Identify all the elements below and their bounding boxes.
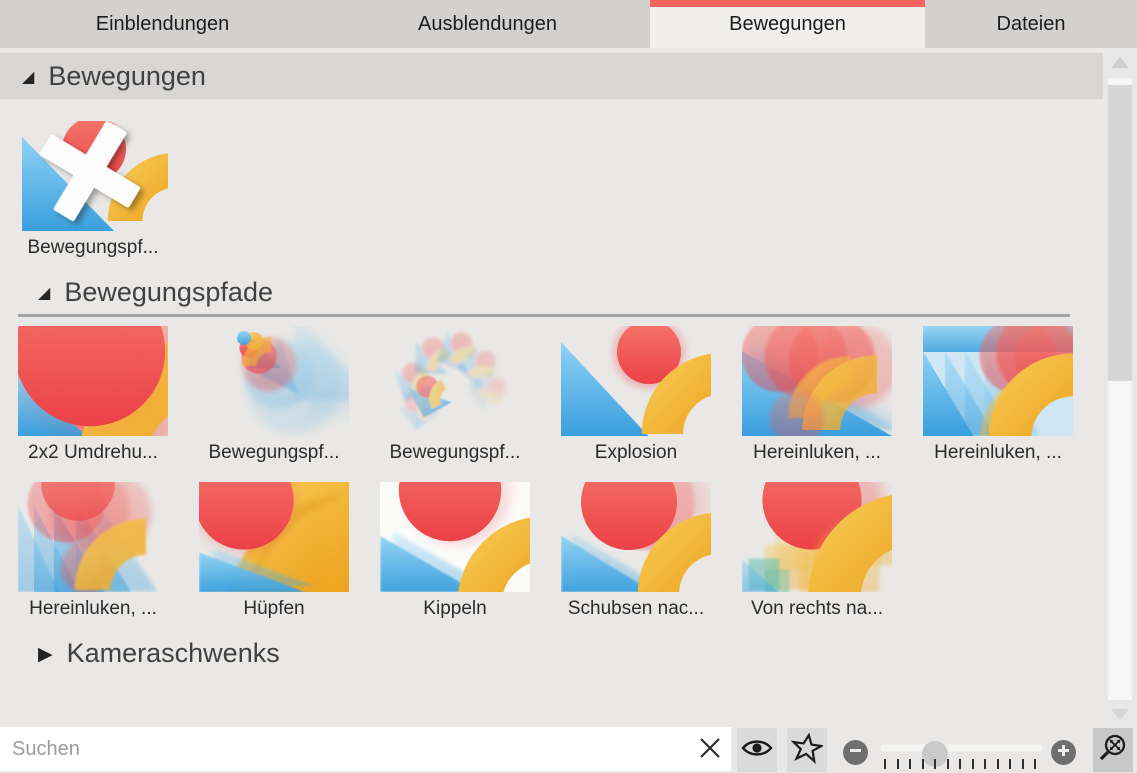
effect-label: Bewegungspf... [18, 237, 168, 259]
effect-thumbnail-vonrechts[interactable] [742, 482, 892, 592]
effect-label: 2x2 Umdrehu... [18, 442, 168, 464]
triangle-expanded-icon: ◢ [38, 283, 50, 303]
minus-icon [848, 743, 863, 763]
effect-item[interactable]: Bewegungspf... [199, 326, 349, 464]
eye-icon [741, 737, 773, 764]
effect-item[interactable]: Hereinluken, ... [18, 482, 168, 620]
effects-panel: Einblendungen Ausblendungen Bewegungen Date… [0, 0, 1137, 773]
section-header-kameraschwenks[interactable]: ▶ Kameraschwenks [0, 636, 1103, 670]
slider-tick [997, 759, 999, 769]
effect-thumbnail-none[interactable] [18, 121, 168, 231]
plus-icon [1056, 743, 1071, 763]
arrow-down-icon [1111, 709, 1129, 720]
effect-label: Explosion [561, 442, 711, 464]
clear-search-button[interactable] [695, 735, 725, 765]
slider-ticks [884, 759, 1036, 769]
preview-toggle-button[interactable] [737, 728, 777, 772]
slider-tick [984, 759, 986, 769]
section-label: Bewegungspfade [64, 277, 273, 308]
effect-item[interactable]: Bewegungspf... [18, 121, 168, 259]
search-box[interactable] [0, 727, 731, 771]
effect-thumbnail-huepfen[interactable] [199, 482, 349, 592]
section-header-bewegungspfade[interactable]: ◢ Bewegungspfade [0, 275, 1103, 309]
effect-item[interactable]: Schubsen nac... [561, 482, 711, 620]
slider-tick [897, 759, 899, 769]
slider-tick [1009, 759, 1011, 769]
zoom-in-button[interactable] [1051, 740, 1076, 765]
slider-tick [1022, 759, 1024, 769]
favorites-toggle-button[interactable] [787, 728, 827, 772]
star-icon [791, 732, 823, 769]
effect-thumbnail-kippeln[interactable] [380, 482, 530, 592]
slider-tick [884, 759, 886, 769]
scrollbar-thumb[interactable] [1108, 85, 1132, 381]
effect-item[interactable]: Hereinluken, ... [923, 326, 1073, 464]
zoom-fit-icon [1097, 732, 1129, 769]
effect-label: Kippeln [380, 598, 530, 620]
tab-ausblendungen[interactable]: Ausblendungen [325, 0, 650, 48]
slider-tick [1034, 759, 1036, 769]
tab-label: Bewegungen [729, 13, 846, 36]
tab-dateien[interactable]: Dateien [925, 0, 1137, 48]
effect-label: Schubsen nac... [561, 598, 711, 620]
section-label: Bewegungen [48, 61, 206, 92]
slider-tick [959, 759, 961, 769]
effect-item[interactable]: Hüpfen [199, 482, 349, 620]
x-icon [697, 735, 723, 766]
effect-label: Hereinluken, ... [923, 442, 1073, 464]
effect-thumbnail-arch[interactable] [380, 326, 530, 436]
vertical-scrollbar[interactable] [1103, 48, 1137, 727]
scroll-down-button[interactable] [1103, 709, 1137, 720]
effect-thumbnail-luken2[interactable] [923, 326, 1073, 436]
triangle-collapsed-icon: ▶ [38, 643, 53, 666]
search-input[interactable] [0, 727, 731, 771]
effect-item[interactable]: 2x2 Umdrehu... [18, 326, 168, 464]
arrow-up-icon [1111, 57, 1129, 68]
effect-label: Bewegungspf... [199, 442, 349, 464]
thumbnail-size-slider-track[interactable] [880, 744, 1043, 752]
effect-thumbnail-blob[interactable] [199, 326, 349, 436]
zoom-out-button[interactable] [843, 740, 868, 765]
effect-thumbnail-explosion[interactable] [561, 326, 711, 436]
effect-item[interactable]: Von rechts na... [742, 482, 892, 620]
section-divider [18, 314, 1070, 317]
tab-bewegungen[interactable]: Bewegungen [650, 0, 925, 48]
effect-thumbnail-spin[interactable] [18, 326, 168, 436]
effect-item[interactable]: Bewegungspf... [380, 326, 530, 464]
slider-tick [922, 759, 924, 769]
search-toolbar [0, 727, 1137, 773]
effect-item[interactable]: Kippeln [380, 482, 530, 620]
slider-tick [972, 759, 974, 769]
tab-label: Ausblendungen [418, 13, 557, 36]
scroll-up-button[interactable] [1103, 57, 1137, 68]
tab-bar: Einblendungen Ausblendungen Bewegungen Date… [0, 0, 1137, 48]
section-header-bewegungen[interactable]: ◢ Bewegungen [0, 53, 1103, 99]
effect-item[interactable]: Hereinluken, ... [742, 326, 892, 464]
effect-thumbnail-luken3[interactable] [18, 482, 168, 592]
slider-tick [909, 759, 911, 769]
effect-label: Von rechts na... [742, 598, 892, 620]
content-area: ◢ Bewegungen Bewegungspf... ◢ Bewegungspfade… [0, 48, 1103, 727]
triangle-expanded-icon: ◢ [22, 67, 34, 87]
tab-einblendungen[interactable]: Einblendungen [0, 0, 325, 48]
effect-thumbnail-luken1[interactable] [742, 326, 892, 436]
tab-label: Einblendungen [96, 13, 229, 36]
effect-thumbnail-schubsen[interactable] [561, 482, 711, 592]
thumbnail-grid: 2x2 Umdrehu... Bewegungspf... Bewegungspf.… [18, 326, 1103, 620]
slider-tick [947, 759, 949, 769]
effect-item[interactable]: Explosion [561, 326, 711, 464]
tab-label: Dateien [997, 13, 1066, 36]
slider-tick [934, 759, 936, 769]
thumbnail-grid: Bewegungspf... [18, 121, 1103, 259]
effect-label: Hüpfen [199, 598, 349, 620]
effect-label: Bewegungspf... [380, 442, 530, 464]
effect-label: Hereinluken, ... [18, 598, 168, 620]
zoom-fit-button[interactable] [1093, 728, 1133, 772]
section-label: Kameraschwenks [67, 638, 280, 669]
effect-label: Hereinluken, ... [742, 442, 892, 464]
